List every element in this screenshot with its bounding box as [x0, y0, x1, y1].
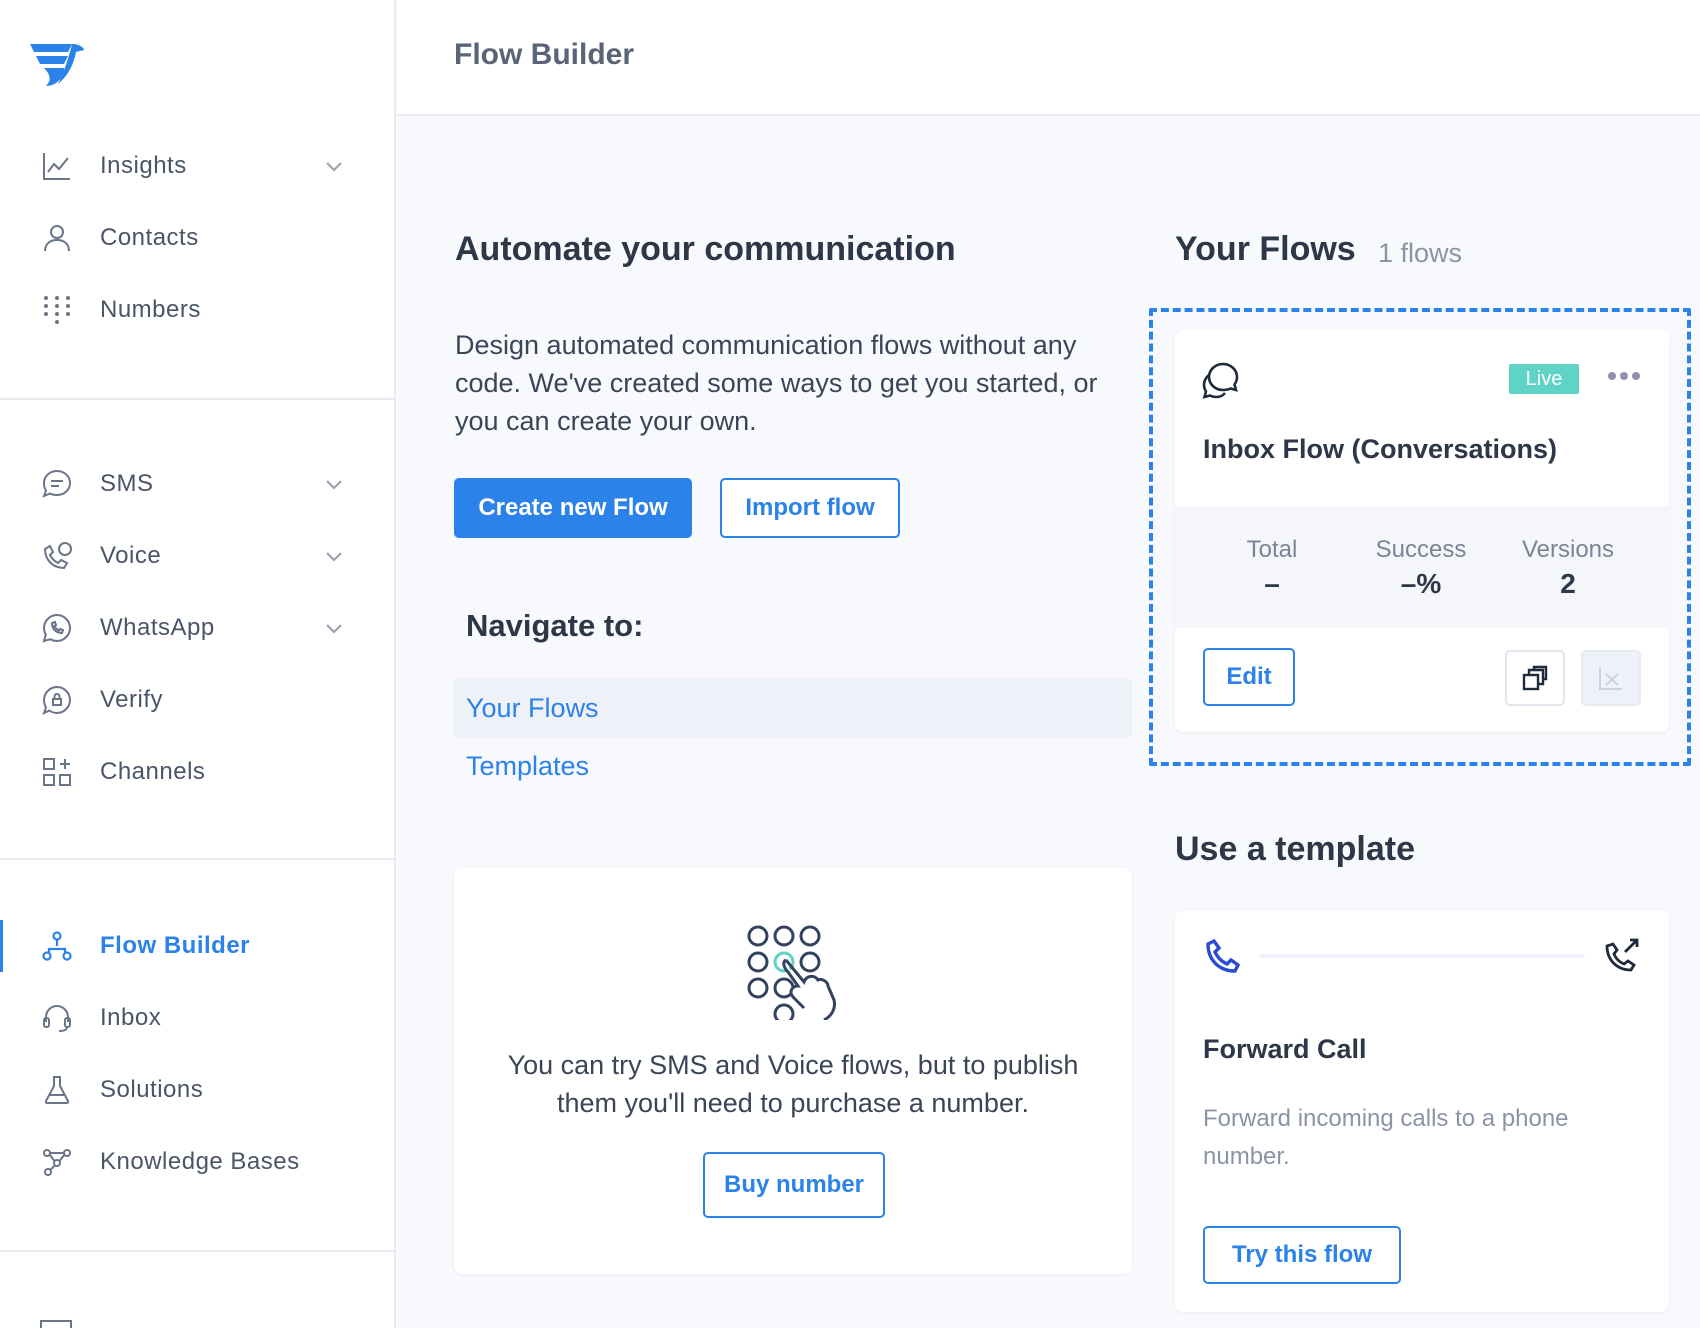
partial-icon [40, 1320, 72, 1328]
sidebar-item-whatsapp[interactable]: WhatsApp [0, 592, 394, 664]
stat-label: Total [1246, 536, 1298, 563]
sidebar-item-label: Solutions [100, 1076, 204, 1103]
person-icon [40, 221, 74, 255]
sidebar-item-label: SMS [100, 470, 154, 497]
nav-group-build: Flow Builder Inbox Solutions Knowledge B… [0, 910, 394, 1198]
template-name: Forward Call [1203, 1034, 1367, 1064]
chat-bubble-icon [40, 467, 74, 501]
chart-disabled-icon [1599, 667, 1622, 690]
duplicate-icon [1522, 665, 1548, 691]
phone-forward-icon [1603, 936, 1643, 976]
sidebar-item-flow-builder[interactable]: Flow Builder [0, 910, 394, 982]
sidebar-item-knowledge-bases[interactable]: Knowledge Bases [0, 1126, 394, 1198]
sidebar-item-label: Contacts [100, 224, 199, 251]
sidebar-divider [0, 398, 394, 400]
sidebar-item-label: Verify [100, 686, 164, 713]
sidebar: Insights Contacts Numbers SMS Voice What… [0, 0, 396, 1328]
phone-voice-icon [40, 539, 74, 573]
grid-plus-icon [40, 755, 74, 789]
sidebar-item-label: Insights [100, 152, 187, 179]
sidebar-item-inbox[interactable]: Inbox [0, 982, 394, 1054]
sidebar-item-voice[interactable]: Voice [0, 520, 394, 592]
nav-link-your-flows[interactable]: Your Flows [454, 678, 1132, 738]
sidebar-item-insights[interactable]: Insights [0, 130, 394, 202]
conversations-icon [1201, 360, 1241, 400]
sidebar-item-numbers[interactable]: Numbers [0, 274, 394, 346]
analytics-button[interactable] [1581, 650, 1641, 706]
automate-heading: Automate your communication [455, 230, 956, 268]
more-options-icon[interactable] [1607, 366, 1641, 386]
flow-connector-line [1259, 954, 1585, 958]
sidebar-item-label: WhatsApp [100, 614, 215, 641]
use-template-heading: Use a template [1175, 830, 1415, 868]
flows-count: 1 flows [1378, 238, 1463, 268]
template-card[interactable]: Forward Call Forward incoming calls to a… [1175, 910, 1669, 1312]
whatsapp-icon [40, 611, 74, 645]
status-badge: Live [1509, 364, 1579, 394]
stat-value: 2 [1560, 568, 1576, 599]
buy-number-card: You can try SMS and Voice flows, but to … [454, 868, 1132, 1274]
page-title: Flow Builder [454, 38, 634, 71]
flask-icon [40, 1073, 74, 1107]
stat-value: – [1264, 568, 1280, 599]
sidebar-item-label: Numbers [100, 296, 201, 323]
sidebar-item-label: Flow Builder [100, 932, 250, 959]
flow-stats: Total – Success –% Versions 2 [1175, 506, 1669, 628]
network-icon [40, 1145, 74, 1179]
template-description: Forward incoming calls to a phone number… [1203, 1105, 1569, 1170]
sidebar-item-verify[interactable]: Verify [0, 664, 394, 736]
try-this-flow-button[interactable]: Try this flow [1203, 1226, 1401, 1284]
stat-label: Success [1375, 536, 1467, 563]
flow-name: Inbox Flow (Conversations) [1203, 434, 1558, 464]
buy-number-text: You can try SMS and Voice flows, but to … [507, 1050, 1079, 1118]
import-flow-button[interactable]: Import flow [720, 478, 900, 538]
chevron-down-icon[interactable] [322, 544, 346, 568]
create-new-flow-button[interactable]: Create new Flow [454, 478, 692, 538]
sidebar-divider [0, 1250, 394, 1252]
chevron-down-icon[interactable] [322, 472, 346, 496]
chart-line-icon [40, 149, 74, 183]
flow-icon [40, 929, 74, 963]
headset-icon [40, 1001, 74, 1035]
page-header: Flow Builder [398, 0, 1700, 116]
sidebar-divider [0, 858, 394, 860]
lock-bubble-icon [40, 683, 74, 717]
dialpad-icon [40, 293, 74, 327]
nav-link-templates[interactable]: Templates [454, 736, 1132, 796]
nav-group-channels: SMS Voice WhatsApp Verify Channels [0, 448, 394, 808]
sidebar-item-contacts[interactable]: Contacts [0, 202, 394, 274]
sidebar-item-label: Knowledge Bases [100, 1148, 300, 1175]
sidebar-item-label: Inbox [100, 1004, 162, 1031]
sidebar-item-channels[interactable]: Channels [0, 736, 394, 808]
your-flows-heading: Your Flows [1175, 230, 1356, 268]
edit-flow-button[interactable]: Edit [1203, 648, 1295, 706]
sidebar-item-label: Voice [100, 542, 162, 569]
flow-card[interactable]: Live Inbox Flow (Conversations) Total – … [1175, 330, 1669, 732]
phone-icon [1203, 936, 1243, 976]
nav-group-analytics: Insights Contacts Numbers [0, 130, 394, 346]
dialpad-hand-icon [744, 924, 844, 1025]
chevron-down-icon[interactable] [322, 154, 346, 178]
duplicate-button[interactable] [1505, 650, 1565, 706]
stat-success: Success –% [1346, 536, 1496, 600]
stat-versions: Versions 2 [1493, 536, 1643, 600]
sidebar-item-label: Channels [100, 758, 206, 785]
chevron-down-icon[interactable] [322, 616, 346, 640]
automate-description: Design automated communication flows wit… [455, 330, 1098, 436]
bird-logo-icon[interactable] [28, 40, 86, 90]
stat-total: Total – [1197, 536, 1347, 600]
sidebar-item-sms[interactable]: SMS [0, 448, 394, 520]
sidebar-item-solutions[interactable]: Solutions [0, 1054, 394, 1126]
buy-number-button[interactable]: Buy number [703, 1152, 885, 1218]
stat-label: Versions [1521, 536, 1615, 563]
navigate-heading: Navigate to: [466, 608, 644, 643]
stat-value: –% [1400, 568, 1442, 599]
